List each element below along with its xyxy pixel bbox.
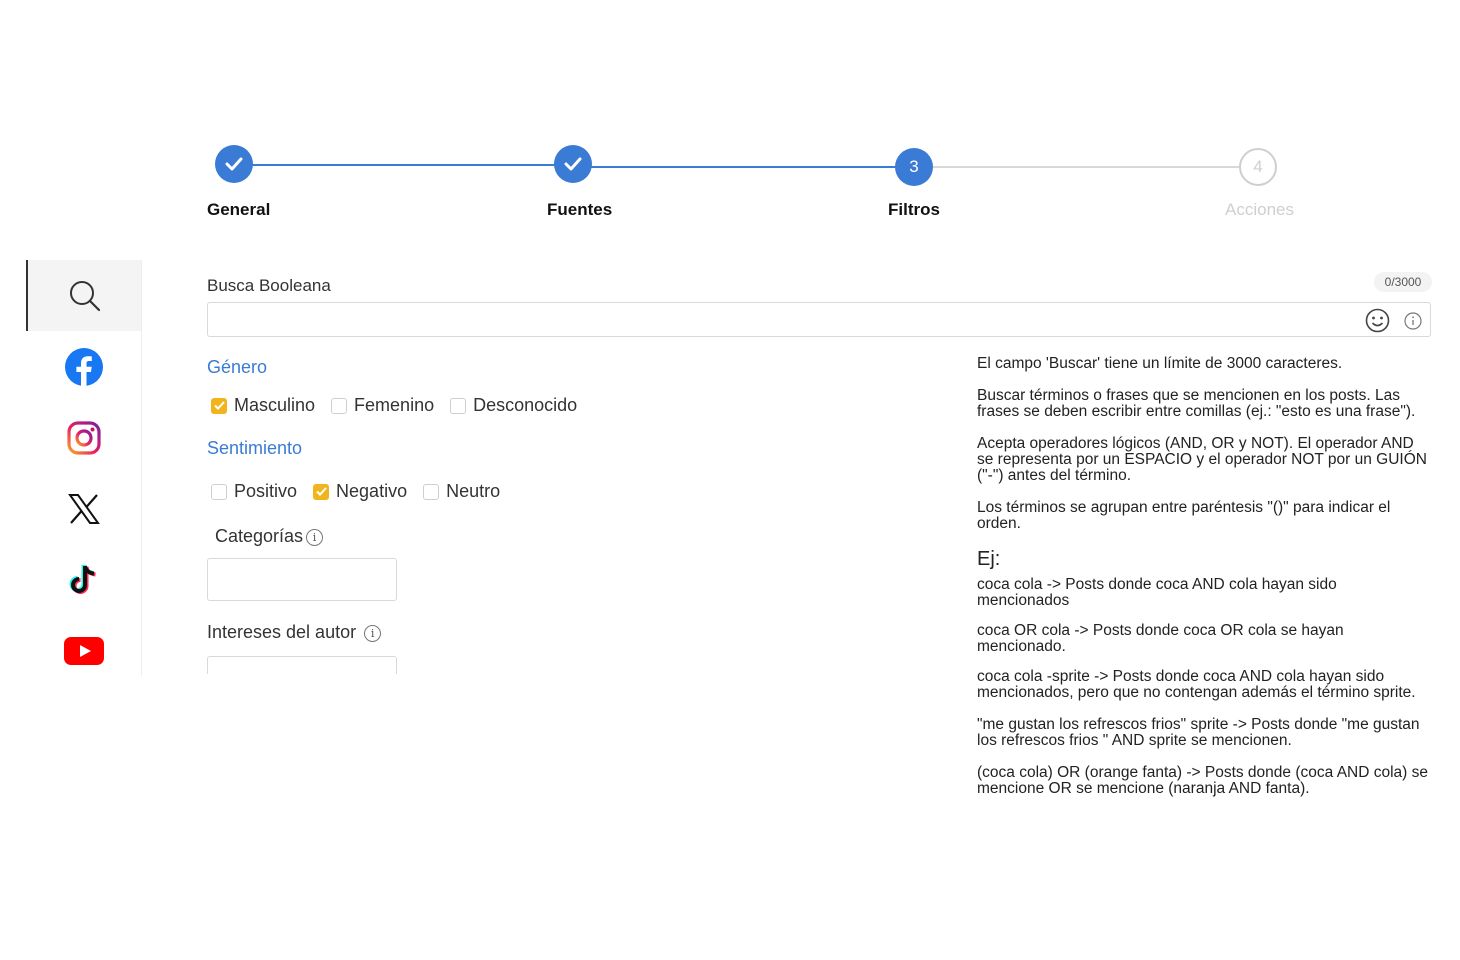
sidebar-item-search[interactable] — [26, 260, 141, 331]
sentiment-title: Sentimiento — [207, 438, 303, 458]
info-icon[interactable]: i — [364, 624, 382, 642]
info-icon[interactable] — [1404, 311, 1422, 330]
checkbox-unchecked[interactable] — [423, 483, 440, 500]
author-interests-select[interactable] — [207, 656, 397, 674]
stepper: 3 4 General Fuentes Filtros Acciones — [0, 0, 1460, 240]
categories-label-row: Categorías i — [215, 526, 324, 547]
author-interests-label: Intereses del autor — [207, 622, 357, 642]
option-label: Positivo — [234, 481, 298, 501]
step-connector — [591, 166, 896, 168]
checkbox-unchecked[interactable] — [450, 397, 467, 414]
checkbox-checked[interactable] — [211, 397, 227, 414]
categories-label: Categorías — [215, 526, 304, 546]
sidebar-item-x[interactable] — [26, 473, 141, 544]
step-connector — [252, 164, 556, 166]
tooltip-paragraph: Acepta operadores lógicos (AND, OR y NOT… — [977, 435, 1427, 484]
tooltip-example: (coca cola) OR (orange fanta) -> Posts d… — [977, 764, 1428, 797]
sidebar-item-instagram[interactable] — [26, 402, 141, 473]
boolean-search-input[interactable] — [208, 303, 1348, 336]
info-icon[interactable]: i — [306, 528, 324, 546]
sidebar-item-youtube[interactable] — [26, 615, 141, 686]
tiktok-icon — [69, 563, 96, 594]
search-label: Busca Booleana — [207, 276, 331, 295]
step-label-general: General — [207, 200, 271, 219]
source-sidebar — [26, 260, 142, 676]
step-label-filtros: Filtros — [888, 200, 940, 219]
check-icon — [315, 487, 327, 496]
check-icon — [213, 401, 225, 410]
tooltip-example-title: Ej: — [977, 548, 1001, 570]
step-fuentes-check-icon[interactable] — [554, 145, 592, 183]
step-acciones-number[interactable]: 4 — [1239, 148, 1277, 186]
categories-select[interactable] — [207, 558, 397, 601]
author-interests-clip — [207, 656, 397, 674]
tooltip-example: "me gustan los refrescos frios" sprite -… — [977, 716, 1420, 749]
step-connector — [932, 166, 1240, 168]
step-label-fuentes: Fuentes — [547, 200, 613, 219]
sidebar-item-facebook[interactable] — [26, 331, 141, 402]
gender-option-femenino[interactable]: Femenino — [331, 395, 434, 416]
emoji-icon[interactable] — [1365, 308, 1390, 333]
sentiment-option-neutro[interactable]: Neutro — [423, 481, 500, 502]
step-label-acciones: Acciones — [1225, 200, 1294, 219]
gender-option-masculino[interactable]: Masculino — [211, 395, 315, 416]
search-help-tooltip: El campo 'Buscar' tiene un límite de 300… — [966, 350, 1438, 840]
tooltip-paragraph: Los términos se agrupan entre paréntesis… — [977, 499, 1391, 532]
search-icon — [69, 280, 100, 311]
checkbox-checked[interactable] — [313, 483, 330, 500]
sidebar-item-tiktok[interactable] — [26, 544, 141, 615]
tooltip-example: coca cola -sprite -> Posts donde coca AN… — [977, 668, 1416, 701]
checkbox-unchecked[interactable] — [211, 483, 227, 500]
option-label: Neutro — [446, 481, 501, 501]
instagram-icon — [66, 420, 101, 455]
option-label: Negativo — [336, 481, 408, 501]
checkbox-unchecked[interactable] — [331, 397, 348, 414]
x-icon — [67, 493, 100, 524]
tooltip-paragraph: Buscar términos o frases que se mencione… — [977, 387, 1416, 420]
step-general-check-icon[interactable] — [215, 145, 253, 183]
option-label: Masculino — [234, 395, 316, 415]
sentiment-option-positivo[interactable]: Positivo — [211, 481, 297, 502]
tooltip-example: coca OR cola -> Posts donde coca OR cola… — [977, 622, 1344, 655]
tooltip-paragraph: El campo 'Buscar' tiene un límite de 300… — [977, 355, 1343, 372]
youtube-icon — [63, 636, 104, 665]
step-filtros-number[interactable]: 3 — [895, 148, 933, 186]
gender-title: Género — [207, 357, 268, 377]
option-label: Femenino — [354, 395, 435, 415]
sentiment-options: Positivo Negativo Neutro — [211, 481, 500, 502]
boolean-search-box — [207, 302, 1431, 337]
option-label: Desconocido — [473, 395, 578, 415]
gender-option-desconocido[interactable]: Desconocido — [450, 395, 577, 416]
sentiment-option-negativo[interactable]: Negativo — [313, 481, 407, 502]
gender-options: Masculino Femenino Desconocido — [211, 395, 577, 416]
char-counter: 0/3000 — [1374, 272, 1432, 292]
facebook-icon — [64, 347, 103, 386]
author-interests-label-row: Intereses del autor i — [207, 622, 382, 643]
tooltip-example: coca cola -> Posts donde coca AND cola h… — [977, 576, 1337, 609]
